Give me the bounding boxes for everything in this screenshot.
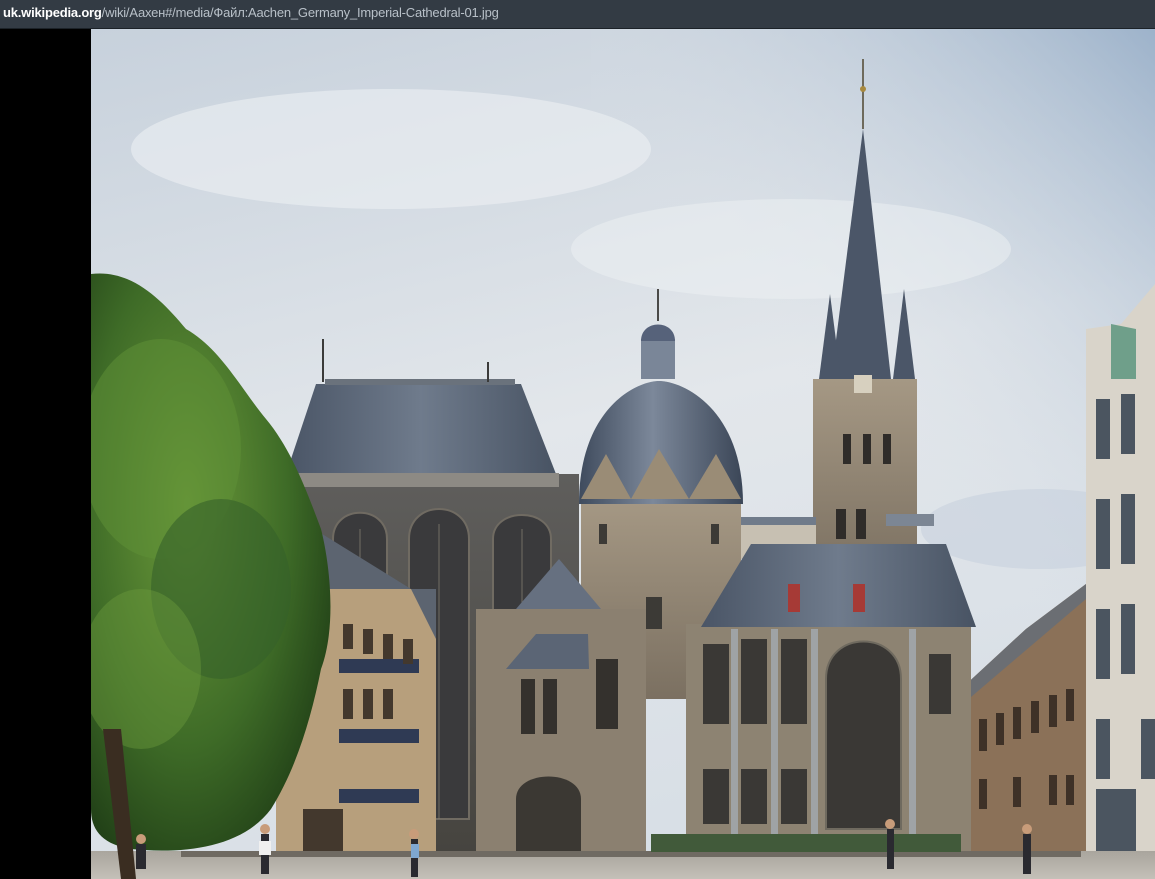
viewer-left-margin [0,29,91,879]
url-text[interactable]: uk.wikipedia.org/wiki/Аахен#/media/Файл:… [3,5,499,20]
url-domain: uk.wikipedia.org [3,5,102,20]
media-viewer [0,29,1155,879]
cathedral-photo[interactable] [91,29,1155,879]
address-bar[interactable]: uk.wikipedia.org/wiki/Аахен#/media/Файл:… [0,0,1155,29]
url-path: /wiki/Аахен#/media/Файл:Aachen_Germany_I… [101,5,499,20]
